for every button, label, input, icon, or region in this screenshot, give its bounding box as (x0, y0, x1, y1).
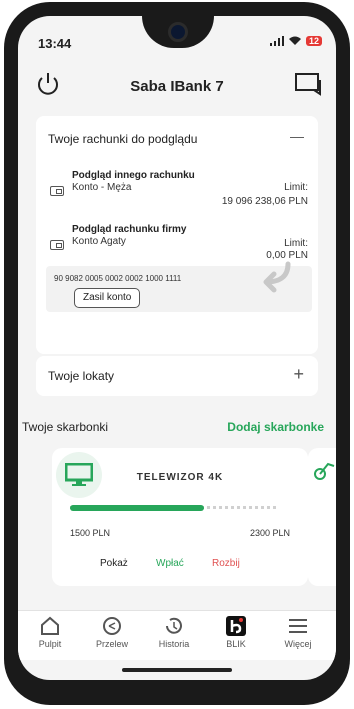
blik-icon (226, 616, 246, 636)
accounts-heading: Twoje rachunki do podglądu (48, 132, 198, 146)
deposits-card[interactable]: Twoje lokaty + (36, 356, 318, 396)
piggybank-card[interactable]: TELEWIZOR 4K 1500 PLN 2300 PLN Pokaż Wpł… (52, 448, 308, 586)
menu-icon (289, 619, 307, 633)
nav-item-przelew[interactable]: Przelew (82, 615, 142, 649)
account-title: Podgląd innego rachunku (72, 170, 195, 181)
account-detail: 90 9082 0005 0002 0002 1000 1111 Zasil k… (46, 261, 312, 312)
piggybank-name: TELEWIZOR 4K (136, 472, 224, 483)
home-icon (41, 616, 59, 635)
nav-item-blik[interactable]: BLIK (206, 615, 266, 649)
accounts-card: Twoje rachunki do podglądu — Podgląd inn… (36, 116, 318, 354)
nav-item-pulpit[interactable]: Pulpit (20, 615, 80, 649)
break-button[interactable]: Rozbij (212, 558, 240, 569)
transfer-icon (103, 617, 121, 635)
deposit-button[interactable]: Wpłać (156, 558, 184, 569)
limit-label: Limit: (284, 182, 308, 193)
screen: 13:44 12 Saba IBank 7 Twoje rachunki do … (18, 16, 336, 680)
home-indicator[interactable] (122, 668, 232, 672)
piggybanks-heading: Twoje skarbonki (22, 420, 109, 434)
expand-toggle[interactable]: + (293, 364, 304, 385)
account-number: 90 9082 0005 0002 0002 1000 1111 (54, 274, 182, 283)
return-arrow-icon (263, 261, 291, 293)
status-time: 13:44 (38, 36, 72, 51)
account-subtitle: Konto Agaty (72, 236, 126, 247)
bottom-nav: Pulpit Przelew Historia BLIK Więcej (18, 610, 336, 660)
current-amount: 1500 PLN (70, 528, 111, 538)
wallet-icon (50, 186, 64, 196)
nav-item-wiecej[interactable]: Więcej (268, 615, 328, 649)
bike-icon (314, 462, 335, 480)
wifi-icon (288, 36, 301, 45)
nav-label: Przelew (95, 639, 128, 649)
camera-icon (168, 22, 188, 42)
nav-label: Pulpit (38, 639, 62, 649)
target-amount: 2300 PLN (249, 528, 290, 538)
limit-label: Limit: (284, 238, 308, 249)
nav-label: BLIK (226, 639, 246, 649)
nav-label: Więcej (284, 639, 312, 649)
battery-icon: 12 (305, 36, 322, 46)
history-icon (166, 617, 182, 634)
piggybank-card-next[interactable] (308, 448, 336, 586)
topup-button[interactable]: Zasil konto (74, 288, 141, 308)
nav-item-historia[interactable]: Historia (144, 615, 204, 649)
collapse-toggle[interactable]: — (290, 128, 304, 144)
app-title: Saba IBank 7 (130, 78, 224, 95)
deposits-heading: Twoje lokaty (48, 369, 115, 383)
phone-frame: 13:44 12 Saba IBank 7 Twoje rachunki do … (4, 2, 350, 705)
nav-label: Historia (158, 639, 190, 649)
messages-icon[interactable] (294, 72, 322, 96)
wallet-icon (50, 240, 64, 250)
limit-value: 19 096 238,06 PLN (221, 196, 308, 207)
top-bar: Saba IBank 7 (18, 66, 336, 106)
status-icons: 12 (269, 36, 322, 46)
account-title: Podgląd rachunku firmy (72, 224, 187, 235)
show-button[interactable]: Pokaż (100, 558, 128, 569)
account-subtitle: Konto - Męża (72, 182, 132, 193)
progress-fill (70, 505, 205, 511)
signal-icon (269, 36, 284, 46)
add-piggybank-button[interactable]: Dodaj skarbonke (227, 420, 324, 434)
